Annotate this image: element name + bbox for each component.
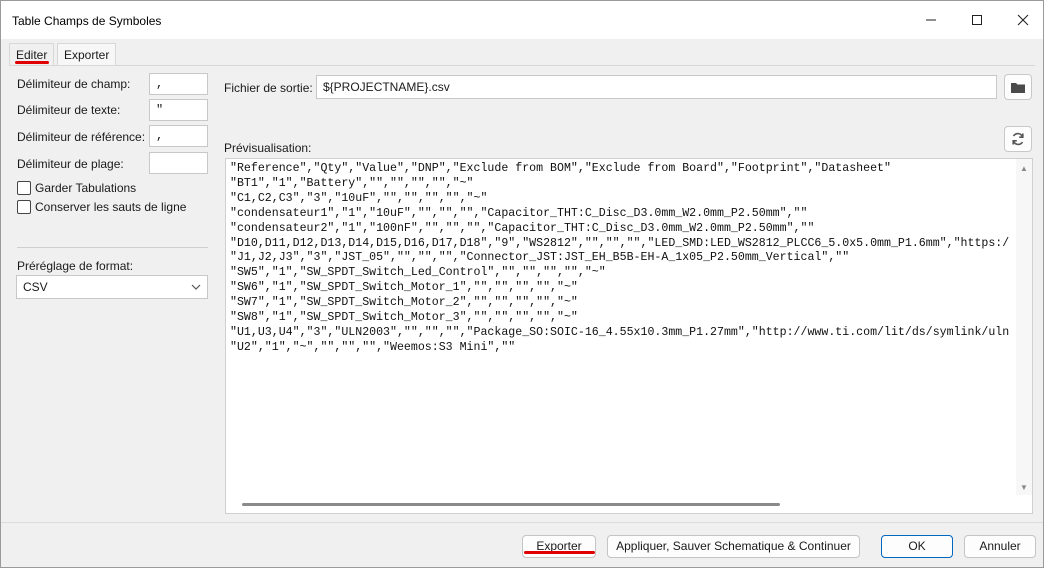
preview-line: "condensateur1","1","10uF","","","","Cap… <box>230 206 808 220</box>
output-file-label: Fichier de sortie: <box>224 81 313 95</box>
checkbox-box[interactable] <box>17 200 31 214</box>
refresh-icon <box>1012 132 1024 146</box>
output-file-input[interactable]: ${PROJECTNAME}.csv <box>316 75 997 99</box>
preview-line: "SW7","1","SW_SPDT_Switch_Motor_2","",""… <box>230 296 578 310</box>
maximize-button[interactable] <box>954 1 1000 39</box>
text-delimiter-label: Délimiteur de texte: <box>17 103 121 117</box>
format-preset-value: CSV <box>23 280 48 294</box>
apply-save-continue-button[interactable]: Appliquer, Sauver Schematique & Continue… <box>607 535 860 558</box>
format-preset-label: Préréglage de format: <box>17 259 134 273</box>
preview-line: "SW8","1","SW_SPDT_Switch_Motor_3","",""… <box>230 311 578 325</box>
refresh-button[interactable] <box>1004 126 1032 152</box>
ref-delimiter-label: Délimiteur de référence: <box>17 130 146 144</box>
keep-tabs-label: Garder Tabulations <box>35 181 137 195</box>
horizontal-scrollbar[interactable] <box>226 495 1018 513</box>
field-delimiter-label: Délimiteur de champ: <box>17 77 131 91</box>
keep-linebreaks-label: Conserver les sauts de ligne <box>35 200 187 214</box>
text-delimiter-input[interactable]: " <box>149 99 208 121</box>
preview-line: "Reference","Qty","Value","DNP","Exclude… <box>230 162 891 175</box>
preview-line: "C1,C2,C3","3","10uF","","","","","~" <box>230 191 488 205</box>
scroll-down-icon[interactable]: ▼ <box>1020 483 1028 492</box>
tab-exporter[interactable]: Exporter <box>57 43 117 66</box>
preview-line: "SW5","1","SW_SPDT_Switch_Led_Control","… <box>230 266 606 280</box>
browse-button[interactable] <box>1004 74 1032 100</box>
preview-line: "condensateur2","1","100nF","","","","Ca… <box>230 221 815 235</box>
minimize-button[interactable] <box>908 1 954 39</box>
minimize-icon <box>926 19 936 21</box>
close-button[interactable] <box>1000 1 1044 39</box>
range-delimiter-input[interactable] <box>149 152 208 174</box>
preview-line: "U2","1","~","","","","Weemos:S3 Mini","… <box>230 340 516 354</box>
maximize-icon <box>972 15 982 25</box>
preview-content: "Reference","Qty","Value","DNP","Exclude… <box>226 159 1014 498</box>
checkbox-box[interactable] <box>17 181 31 195</box>
chevron-down-icon <box>191 276 201 307</box>
dialog-window: Table Champs de Symboles Editer Exporter… <box>0 0 1044 568</box>
export-button[interactable]: Exporter <box>522 535 596 558</box>
horizontal-scroll-thumb[interactable] <box>242 503 780 506</box>
ref-delimiter-input[interactable]: , <box>149 125 208 147</box>
preview-label: Prévisualisation: <box>224 141 312 155</box>
window-title: Table Champs de Symboles <box>12 14 162 28</box>
field-delimiter-input[interactable]: , <box>149 73 208 95</box>
range-delimiter-label: Délimiteur de plage: <box>17 157 124 171</box>
preview-line: "SW6","1","SW_SPDT_Switch_Motor_1","",""… <box>230 281 578 295</box>
scroll-up-icon[interactable]: ▲ <box>1020 164 1028 173</box>
preview-line: "D10,D11,D12,D13,D14,D15,D16,D17,D18","9… <box>230 236 1010 250</box>
preview-line: "J1,J2,J3","3","JST_05","","","","Connec… <box>230 251 850 265</box>
keep-tabs-checkbox[interactable]: Garder Tabulations <box>17 181 136 195</box>
cancel-button[interactable]: Annuler <box>964 535 1036 558</box>
annotation-underline-editer <box>15 61 49 64</box>
preview-line: "BT1","1","Battery","","","","","~" <box>230 176 474 190</box>
preview-line: "U1,U3,U4","3","ULN2003","","","","Packa… <box>230 325 1010 339</box>
left-divider <box>17 247 208 248</box>
format-preset-dropdown[interactable]: CSV <box>16 275 208 299</box>
keep-linebreaks-checkbox[interactable]: Conserver les sauts de ligne <box>17 200 186 214</box>
close-icon <box>1017 14 1029 26</box>
ok-button[interactable]: OK <box>881 535 953 558</box>
title-bar: Table Champs de Symboles <box>1 1 1043 39</box>
annotation-underline-exporter <box>524 551 595 554</box>
preview-text-area[interactable]: "Reference","Qty","Value","DNP","Exclude… <box>225 158 1033 514</box>
footer-separator <box>1 522 1043 523</box>
vertical-scrollbar[interactable]: ▲ ▼ <box>1016 159 1032 495</box>
folder-icon <box>1011 83 1025 93</box>
